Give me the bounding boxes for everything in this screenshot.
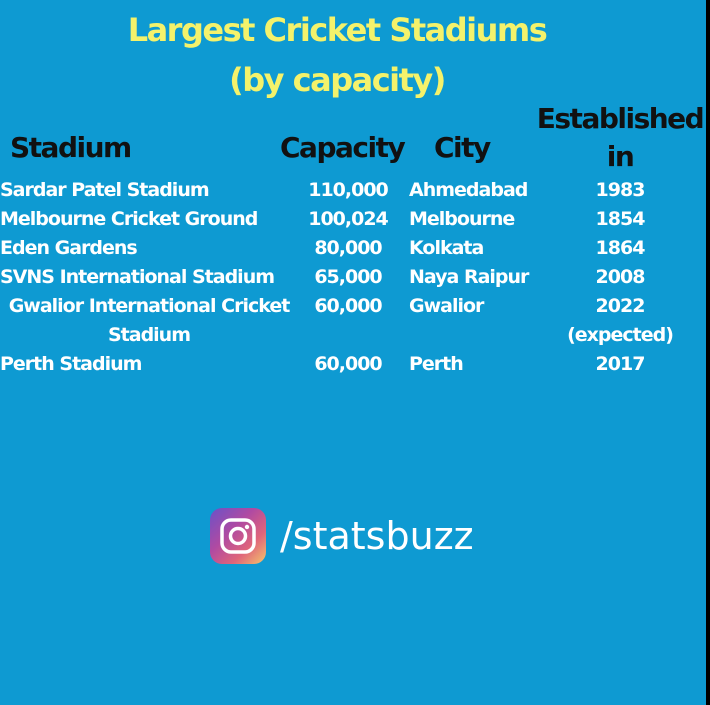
stadium-city: Melbourne	[409, 208, 515, 230]
stadium-capacity: 80,000	[314, 237, 382, 259]
header-established: Established in	[536, 102, 705, 173]
stadium-established: 1854	[595, 208, 646, 230]
title-line-1: Largest Cricket Stadiums	[127, 11, 548, 49]
stadium-capacity: 100,024	[308, 208, 389, 230]
stadium-capacity: 60,000	[314, 295, 382, 317]
header-city: City	[434, 131, 491, 164]
instagram-icon	[210, 508, 266, 564]
stadium-capacity: 60,000	[314, 353, 382, 375]
stadium-name: Sardar Patel Stadium	[0, 179, 210, 201]
stadium-established: 2017	[595, 353, 646, 375]
table-row: Gwalior International Cricket Stadium 60…	[0, 292, 706, 350]
title-line-2: (by capacity)	[229, 61, 446, 99]
stadium-name: Eden Gardens	[0, 237, 138, 259]
social-handle: /statsbuzz	[210, 508, 474, 564]
stadium-city: Ahmedabad	[409, 179, 528, 201]
stadium-table: Sardar Patel Stadium 110,000 Ahmedabad 1…	[0, 176, 706, 379]
header-stadium: Stadium	[10, 131, 132, 164]
table-row: Eden Gardens 80,000 Kolkata 1864	[0, 234, 706, 263]
stadium-name: Perth Stadium	[0, 353, 142, 375]
table-row: Perth Stadium 60,000 Perth 2017	[0, 350, 706, 379]
handle-text: /statsbuzz	[280, 514, 474, 558]
stadium-established: 2008	[595, 266, 646, 288]
stadium-city: Gwalior	[409, 295, 484, 317]
stadium-name: SVNS International Stadium	[0, 266, 275, 288]
stadium-established: 2022 (expected)	[567, 295, 674, 346]
table-row: Sardar Patel Stadium 110,000 Ahmedabad 1…	[0, 176, 706, 205]
stadium-capacity: 110,000	[308, 179, 389, 201]
header-capacity: Capacity	[280, 131, 406, 164]
table-row: Melbourne Cricket Ground 100,024 Melbour…	[0, 205, 706, 234]
stadium-city: Naya Raipur	[409, 266, 529, 288]
stadium-name: Gwalior International Cricket Stadium	[8, 295, 291, 346]
stadium-established: 1864	[595, 237, 646, 259]
stadium-city: Kolkata	[409, 237, 484, 259]
stadium-city: Perth	[409, 353, 464, 375]
stadium-established: 1983	[595, 179, 646, 201]
stadium-name: Melbourne Cricket Ground	[0, 208, 258, 230]
table-row: SVNS International Stadium 65,000 Naya R…	[0, 263, 706, 292]
infographic-canvas: Largest Cricket Stadiums (by capacity) S…	[0, 0, 706, 705]
stadium-capacity: 65,000	[314, 266, 382, 288]
